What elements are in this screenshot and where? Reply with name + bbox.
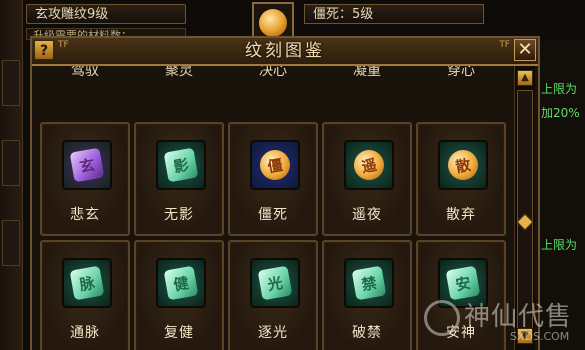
left-slot[interactable] — [2, 60, 20, 106]
selected-rune-level-bar: 僵死：5级 — [304, 4, 484, 24]
left-side-panel — [0, 0, 23, 350]
gold-coin-rune-icon: 遥 — [344, 140, 394, 190]
left-slot[interactable] — [2, 140, 20, 186]
rune-name: 复健 — [164, 325, 194, 341]
watermark: 神仙代售 SXDS.COM — [424, 296, 584, 350]
rune-cell-sanqi[interactable]: 散 散弃 — [416, 122, 506, 236]
rune-cell-wuying[interactable]: 影 无影 — [134, 122, 224, 236]
rune-level-bar: 玄攻雕纹9级 — [26, 4, 186, 24]
purple-rune-icon: 玄 — [62, 140, 112, 190]
jade-rune-icon: 禁 — [344, 258, 394, 308]
side-info-text: 加20% — [541, 106, 580, 120]
rune-name: 无影 — [164, 207, 194, 223]
gold-coin-rune-icon — [259, 9, 287, 37]
gold-coin-rune-icon: 僵 — [250, 140, 300, 190]
jade-rune-icon: 影 — [156, 140, 206, 190]
rune-name: 僵死 — [258, 207, 288, 223]
rune-cell-fujian[interactable]: 健 复健 — [134, 240, 224, 350]
corner-ornament: TF — [499, 40, 510, 50]
rune-name: 逐光 — [258, 325, 288, 341]
dialog-titlebar[interactable]: ? TF 纹刻图鉴 TF ✕ — [32, 38, 538, 66]
rune-name: 通脉 — [70, 325, 100, 341]
jade-rune-icon: 光 — [250, 258, 300, 308]
side-info-text: 上限为 — [541, 238, 578, 252]
rune-cell-tongmai[interactable]: 脉 通脉 — [40, 240, 130, 350]
partial-rune-label: 决心 — [259, 66, 287, 78]
rune-cell-zhuguang[interactable]: 光 逐光 — [228, 240, 318, 350]
rune-name: 破禁 — [352, 325, 382, 341]
scroll-up-button[interactable]: ▲ — [517, 70, 533, 86]
side-info-text: 上限为 — [541, 82, 578, 96]
partial-row: 驾驭 聚灵 决心 凝重 穿心 — [36, 66, 512, 84]
watermark-text: 神仙代售 — [464, 302, 573, 332]
partial-rune-label: 驾驭 — [71, 66, 99, 78]
partial-rune-label: 聚灵 — [165, 66, 193, 78]
rune-name: 悲玄 — [70, 207, 100, 223]
left-slot[interactable] — [2, 220, 20, 266]
dialog-title: 纹刻图鉴 — [245, 41, 325, 61]
watermark-logo-icon — [424, 300, 460, 336]
jade-rune-icon: 健 — [156, 258, 206, 308]
rune-cell-pojin[interactable]: 禁 破禁 — [322, 240, 412, 350]
rune-name: 遥夜 — [352, 207, 382, 223]
rune-cell-beixuan[interactable]: 玄 悲玄 — [40, 122, 130, 236]
close-button[interactable]: ✕ — [514, 39, 536, 61]
jade-rune-icon: 脉 — [62, 258, 112, 308]
rune-cell-jiangsi[interactable]: 僵 僵死 — [228, 122, 318, 236]
partial-rune-label: 凝重 — [353, 66, 381, 78]
partial-rune-label: 穿心 — [447, 66, 475, 78]
rune-cell-yaoye[interactable]: 遥 遥夜 — [322, 122, 412, 236]
watermark-url: SXDS.COM — [510, 330, 570, 343]
rune-name: 散弃 — [446, 207, 476, 223]
gold-coin-rune-icon: 散 — [438, 140, 488, 190]
